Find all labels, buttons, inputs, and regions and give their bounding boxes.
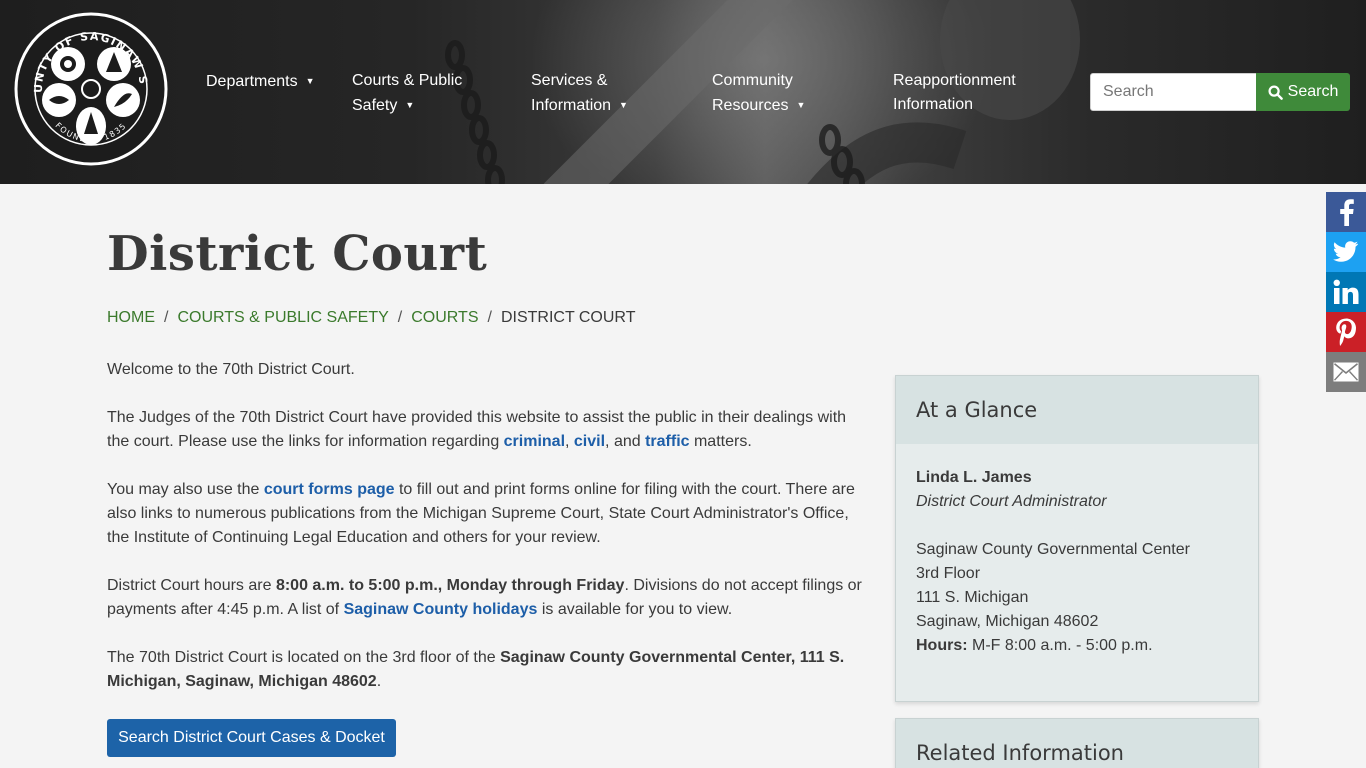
nav-community-label-line1: Community — [712, 72, 793, 89]
contact-role: District Court Administrator — [916, 493, 1107, 510]
hours-text-end: is available for you to view. — [537, 601, 733, 618]
nav-services-label-line1: Services & — [531, 72, 608, 89]
judges-separator: , — [565, 433, 574, 450]
county-seal-logo[interactable]: COUNTY OF SAGINAW SEAL FOUNDED 1835 — [14, 12, 168, 166]
caret-down-icon: ▼ — [796, 100, 806, 110]
location-text-end: . — [376, 673, 382, 690]
share-twitter-button[interactable] — [1326, 232, 1366, 272]
email-icon — [1333, 362, 1359, 382]
search-input[interactable] — [1090, 73, 1257, 111]
at-a-glance-body: Linda L. James District Court Administra… — [896, 444, 1258, 678]
caret-down-icon: ▼ — [405, 100, 415, 110]
breadcrumb-courts-public-safety[interactable]: COURTS & PUBLIC SAFETY — [177, 309, 388, 326]
hours-value: M-F 8:00 a.m. - 5:00 p.m. — [967, 637, 1153, 654]
address-line: 3rd Floor — [916, 565, 981, 582]
forms-text: You may also use the — [107, 481, 264, 498]
location-paragraph: The 70th District Court is located on th… — [107, 646, 867, 694]
breadcrumb-separator: / — [487, 309, 492, 326]
pinterest-icon — [1336, 318, 1356, 346]
share-email-button[interactable] — [1326, 352, 1366, 392]
related-information-title: Related Information — [896, 719, 1258, 768]
search-cases-docket-button[interactable]: Search District Court Cases & Docket — [107, 719, 396, 757]
facebook-icon — [1340, 199, 1354, 226]
address-line: Saginaw County Governmental Center — [916, 541, 1190, 558]
twitter-icon — [1333, 241, 1358, 262]
judges-separator: , and — [605, 433, 646, 450]
nav-departments[interactable]: Departments ▼ — [206, 69, 315, 94]
criminal-link[interactable]: criminal — [504, 433, 565, 450]
magnifier-icon — [1268, 84, 1283, 100]
hours-label: Hours: — [916, 637, 968, 654]
breadcrumb-separator: / — [164, 309, 169, 326]
contact-name: Linda L. James — [916, 469, 1032, 486]
page-title: District Court — [107, 226, 488, 282]
court-forms-link[interactable]: court forms page — [264, 481, 395, 498]
nav-services-information[interactable]: Services & Information ▼ — [531, 69, 628, 118]
hours-bold: 8:00 a.m. to 5:00 p.m., Monday through F… — [275, 577, 625, 594]
linkedin-icon — [1333, 279, 1359, 304]
nav-reapportionment-label-line1: Reapportionment — [893, 72, 1016, 89]
judges-text-end: matters. — [689, 433, 752, 450]
main-content: Welcome to the 70th District Court. The … — [107, 358, 867, 718]
nav-community-label-line2: Resources — [712, 97, 789, 114]
traffic-link[interactable]: traffic — [645, 433, 689, 450]
caret-down-icon: ▼ — [305, 76, 315, 86]
site-header: COUNTY OF SAGINAW SEAL FOUNDED 1835 Depa… — [0, 0, 1366, 184]
nav-courts-public-safety[interactable]: Courts & Public Safety ▼ — [352, 69, 462, 118]
share-facebook-button[interactable] — [1326, 192, 1366, 232]
breadcrumb: HOME / COURTS & PUBLIC SAFETY / COURTS / DISTR… — [107, 308, 635, 328]
judges-paragraph: The Judges of the 70th District Court ha… — [107, 406, 867, 454]
nav-community-resources[interactable]: Community Resources ▼ — [712, 69, 805, 118]
search-button[interactable]: Search — [1256, 73, 1350, 111]
at-a-glance-title: At a Glance — [896, 376, 1258, 444]
address-line: Saginaw, Michigan 48602 — [916, 613, 1099, 630]
forms-paragraph: You may also use the court forms page to… — [107, 478, 867, 550]
office-hours: Hours: M-F 8:00 a.m. - 5:00 p.m. — [916, 634, 1238, 658]
breadcrumb-current: DISTRICT COURT — [500, 309, 636, 326]
breadcrumb-home[interactable]: HOME — [107, 309, 155, 326]
share-pinterest-button[interactable] — [1326, 312, 1366, 352]
nav-services-label-line2: Information — [531, 97, 612, 114]
related-information-card: Related Information — [895, 718, 1259, 768]
search-button-label: Search — [1287, 83, 1339, 100]
welcome-paragraph: Welcome to the 70th District Court. — [107, 361, 355, 378]
share-linkedin-button[interactable] — [1326, 272, 1366, 312]
nav-reapportionment-label-line2: Information — [893, 96, 974, 113]
nav-departments-label: Departments — [206, 73, 298, 90]
hours-text: District Court hours are — [107, 577, 276, 594]
location-text: The 70th District Court is located on th… — [107, 649, 501, 666]
nav-reapportionment-information[interactable]: Reapportionment Information — [893, 69, 1016, 117]
caret-down-icon: ▼ — [619, 100, 628, 110]
breadcrumb-separator: / — [397, 309, 403, 326]
nav-courts-label-line2: Safety — [352, 97, 398, 114]
hours-paragraph: District Court hours are 8:00 a.m. to 5:… — [107, 574, 867, 622]
breadcrumb-courts[interactable]: COURTS — [411, 309, 478, 326]
nav-courts-label-line1: Courts & Public — [352, 72, 463, 89]
civil-link[interactable]: civil — [574, 433, 605, 450]
address-line: 111 S. Michigan — [916, 589, 1029, 606]
holidays-link[interactable]: Saginaw County holidays — [344, 601, 538, 618]
at-a-glance-card: At a Glance Linda L. James District Cour… — [895, 375, 1259, 702]
